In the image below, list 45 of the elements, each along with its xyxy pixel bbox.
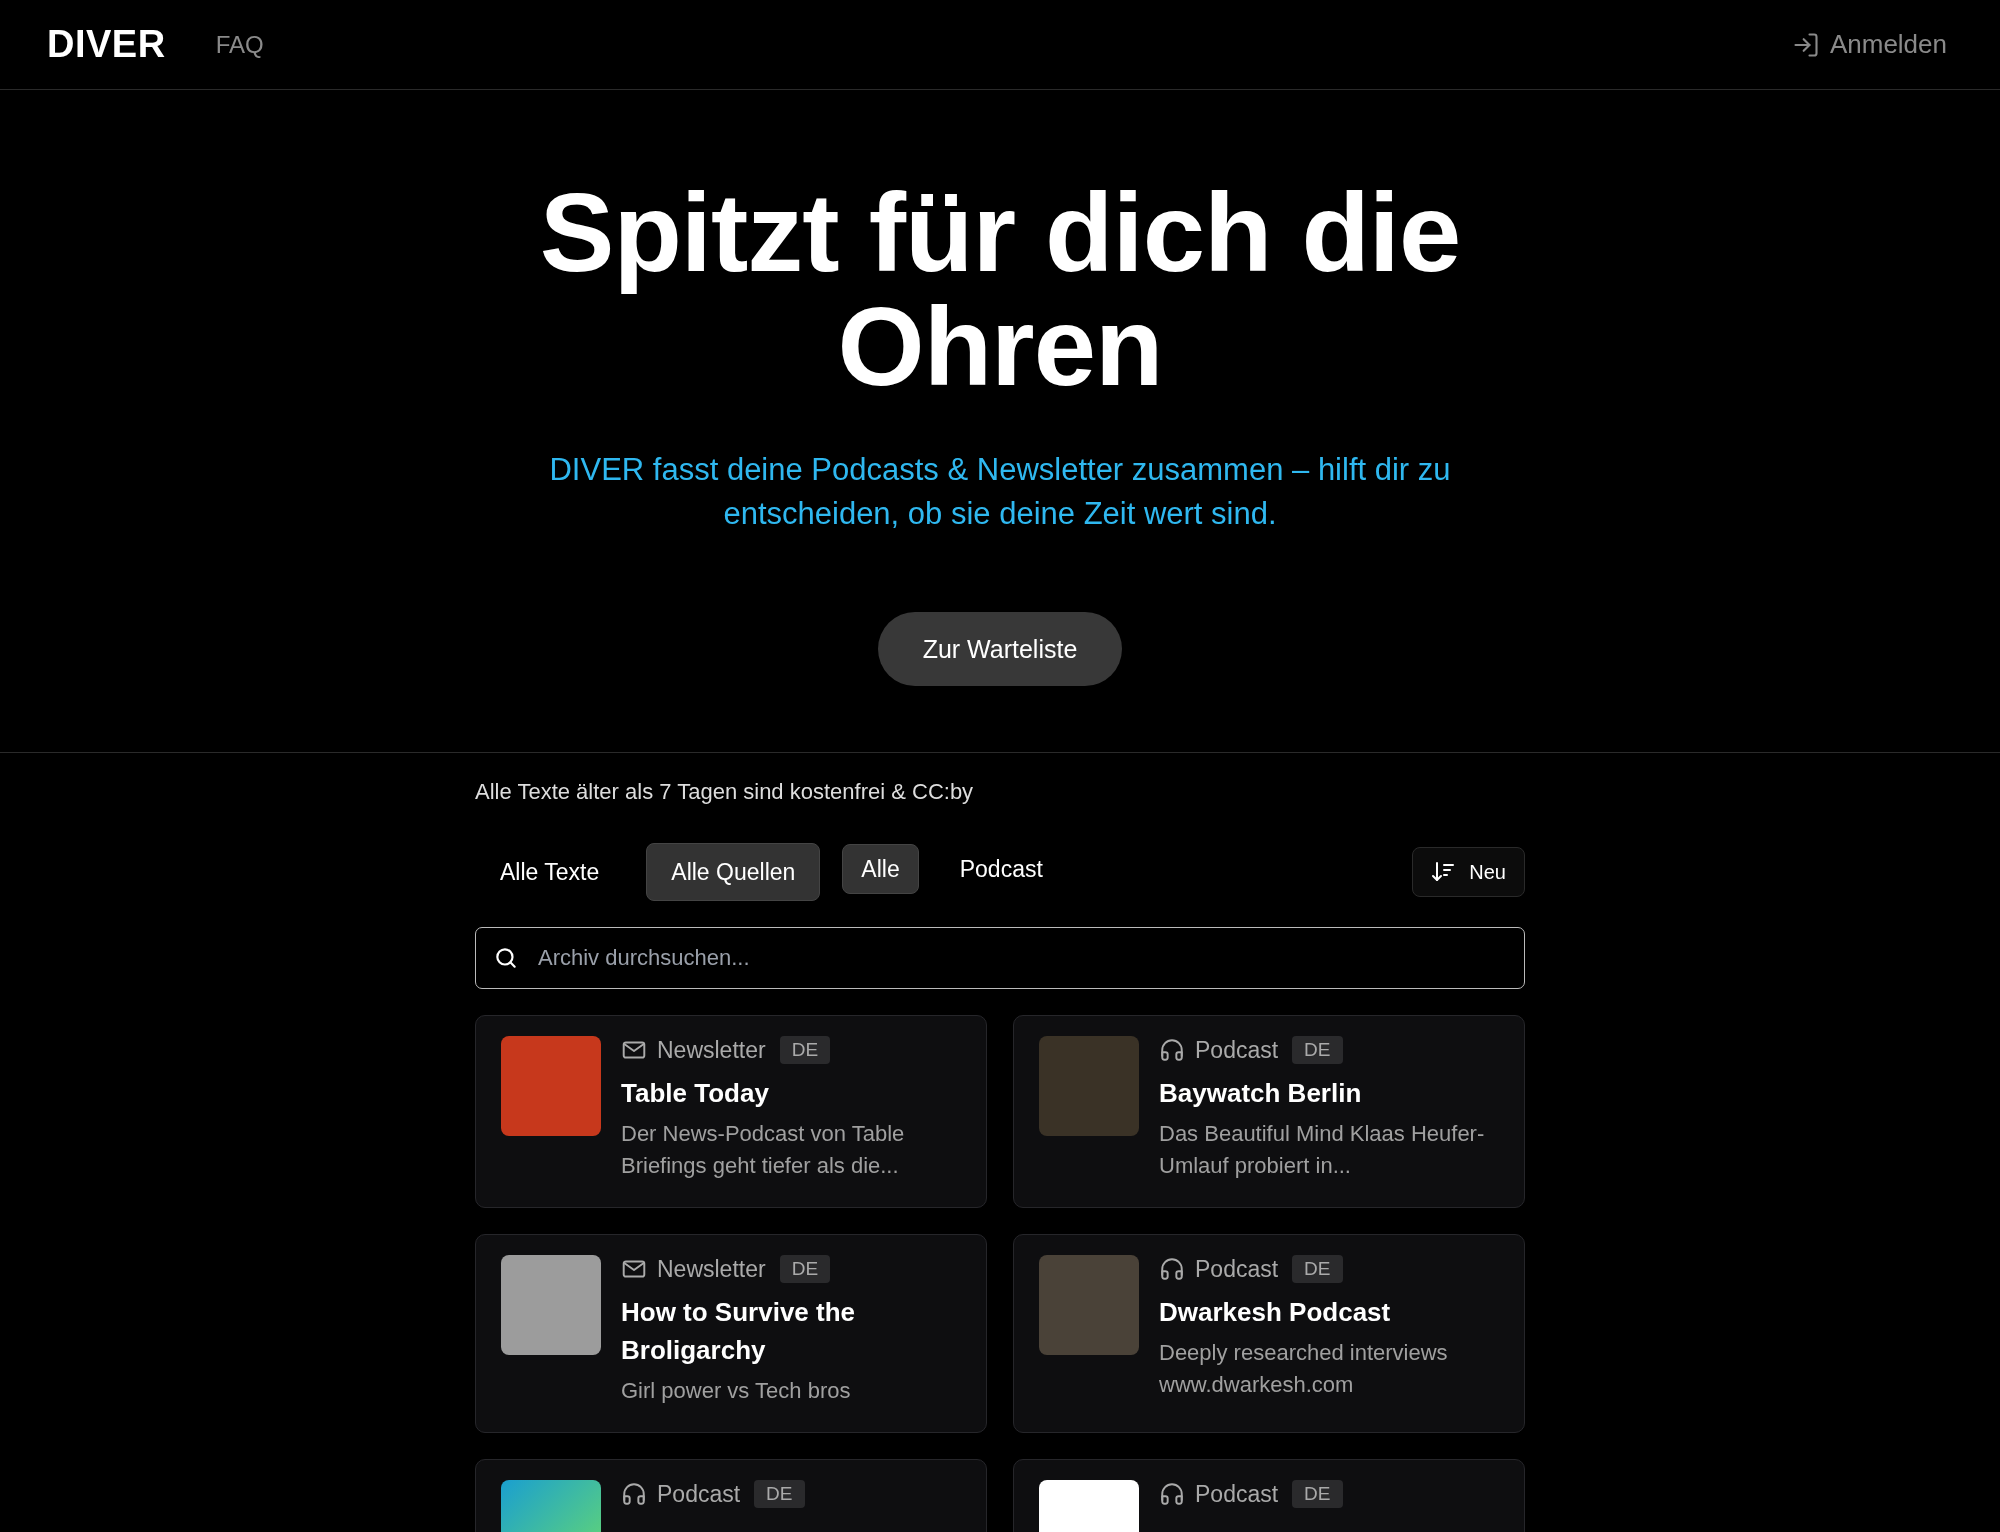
card-description: Das Beautiful Mind Klaas Heufer-Umlauf probiert in... (1159, 1120, 1486, 1180)
card-title: Baywatch Berlin (1159, 1077, 1363, 1110)
headphones-icon (1159, 1256, 1185, 1282)
source-type: Newsletter (657, 1036, 766, 1064)
logo[interactable]: DIVER (47, 23, 166, 66)
nav-link[interactable]: FAQ (215, 30, 264, 59)
hero-title: Spitzt für dich die Ohren (538, 176, 1462, 404)
headphones-icon (621, 1481, 647, 1507)
card-title: Dwarkesh Podcast (1159, 1296, 1392, 1329)
license-note: Alle Texte älter als 7 Tagen sind kostenfrei & CC:by (475, 779, 975, 805)
headphones-icon (1159, 1037, 1185, 1063)
language-tag: DE (1292, 1255, 1343, 1283)
card-description: Girl power vs Tech bros (621, 1377, 852, 1405)
source-tab[interactable]: Alle Texte (475, 843, 625, 901)
source-tab[interactable]: Alle Quellen (646, 843, 821, 901)
language-tag: DE (779, 1255, 831, 1283)
source-type: Podcast (1195, 1255, 1279, 1283)
search-field[interactable]: Archiv durchsuchen... (475, 927, 1525, 989)
source-card[interactable]: Podcast DE Baywatch Berlin Das Beautiful Mind Klaas Heufer-Umlauf probiert in... (1013, 1015, 1525, 1208)
source-type: Newsletter (657, 1255, 766, 1283)
card-title: How to Survive the Broligarchy (621, 1296, 857, 1367)
source-card[interactable]: Podcast DE Dwarkesh Podcast Deeply researched interviews www.dwarkesh.com (1013, 1234, 1525, 1433)
search-icon (493, 945, 519, 971)
source-card[interactable]: Podcast DE (1013, 1459, 1525, 1532)
language-tag: DE (779, 1036, 831, 1064)
source-type: Podcast (1195, 1036, 1279, 1064)
source-card[interactable]: Podcast DE (475, 1459, 987, 1532)
source-card[interactable]: Newsletter DE Table Today Der News-Podcast von Table Briefings geht tiefer als die... (475, 1015, 987, 1208)
card-title: Table Today (621, 1077, 770, 1110)
card-description: Der News-Podcast von Table Briefings geht tiefer als die... (621, 1120, 906, 1180)
sort-icon (1431, 860, 1456, 884)
sort-button[interactable]: Neu (1412, 847, 1525, 897)
language-tag: DE (1292, 1036, 1343, 1064)
hero-subtitle: DIVER fasst deine Podcasts & Newsletter zusammen – hilft dir zu entscheiden, ob sie deine Zeit wert sind. (548, 451, 1452, 533)
language-tag: DE (754, 1480, 805, 1508)
source-type: Podcast (657, 1480, 741, 1508)
login-button[interactable]: Anmelden (1791, 29, 1947, 60)
source-card[interactable]: Newsletter DE How to Survive the Broligarchy Girl power vs Tech bros (475, 1234, 987, 1433)
card-description: Deeply researched interviews www.dwarkesh.com (1159, 1339, 1449, 1399)
headphones-icon (1159, 1481, 1185, 1507)
type-tab[interactable]: Alle (842, 844, 919, 894)
type-tab[interactable]: Podcast (940, 844, 1062, 894)
waitlist-button[interactable]: Zur Warteliste (878, 612, 1122, 686)
language-tag: DE (1292, 1480, 1343, 1508)
source-type: Podcast (1195, 1480, 1279, 1508)
